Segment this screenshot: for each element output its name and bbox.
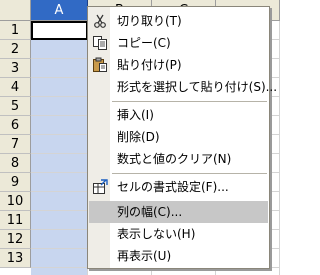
menu-item-copy[interactable]: コピー(C) (89, 32, 268, 54)
menu-item-unhide[interactable]: 再表示(U) (89, 245, 268, 267)
menu-item-label: 切り取り(T) (117, 14, 182, 28)
menu-item-label: 数式と値のクリア(N) (117, 152, 232, 166)
menu-item-column-width[interactable]: 列の幅(C)... (89, 201, 268, 223)
menu-item-label: 削除(D) (117, 130, 160, 144)
menu-item-label: コピー(C) (117, 36, 171, 50)
menu-item-paste[interactable]: 貼り付け(P) (89, 54, 268, 76)
row-header-13[interactable]: 13 (0, 249, 31, 268)
menu-separator (112, 173, 267, 174)
context-menu: 切り取り(T) コピー(C) 貼り付け(P) 形式を選択して貼り付け(S)...… (87, 6, 277, 269)
menu-item-label: 貼り付け(P) (117, 58, 182, 72)
menu-item-delete[interactable]: 削除(D) (89, 126, 268, 148)
row-header-9[interactable]: 9 (0, 173, 31, 192)
row-header-2[interactable]: 2 (0, 40, 31, 59)
menu-item-label: 列の幅(C)... (117, 205, 183, 219)
menu-item-hide[interactable]: 表示しない(H) (89, 223, 268, 245)
row-header-7[interactable]: 7 (0, 135, 31, 154)
row-header-5[interactable]: 5 (0, 97, 31, 116)
menu-separator (112, 101, 267, 102)
paste-icon (92, 57, 108, 73)
select-all-corner[interactable] (0, 0, 31, 21)
menu-item-label: 再表示(U) (117, 249, 172, 263)
row-header-6[interactable]: 6 (0, 116, 31, 135)
menu-item-label: 表示しない(H) (117, 227, 196, 241)
format-cells-icon (92, 179, 108, 195)
menu-item-cut[interactable]: 切り取り(T) (89, 10, 268, 32)
row-header-3[interactable]: 3 (0, 59, 31, 78)
row-header-10[interactable]: 10 (0, 192, 31, 211)
row-header-11[interactable]: 11 (0, 211, 31, 230)
menu-item-label: 挿入(I) (117, 108, 154, 122)
row-header-12[interactable]: 12 (0, 230, 31, 249)
menu-item-label: セルの書式設定(F)... (117, 180, 229, 194)
menu-item-clear-contents[interactable]: 数式と値のクリア(N) (89, 148, 268, 170)
row-header-4[interactable]: 4 (0, 78, 31, 97)
menu-item-label: 形式を選択して貼り付け(S)... (117, 80, 278, 94)
column-header-a[interactable]: A (31, 0, 88, 21)
active-cell-a1[interactable] (31, 21, 88, 40)
row-header-8[interactable]: 8 (0, 154, 31, 173)
menu-item-paste-special[interactable]: 形式を選択して貼り付け(S)... (89, 76, 277, 98)
menu-item-insert[interactable]: 挿入(I) (89, 104, 268, 126)
copy-icon (92, 35, 108, 51)
scissors-icon (92, 13, 108, 29)
menu-item-format-cells[interactable]: セルの書式設定(F)... (89, 176, 268, 198)
row-header-1[interactable]: 1 (0, 21, 31, 40)
